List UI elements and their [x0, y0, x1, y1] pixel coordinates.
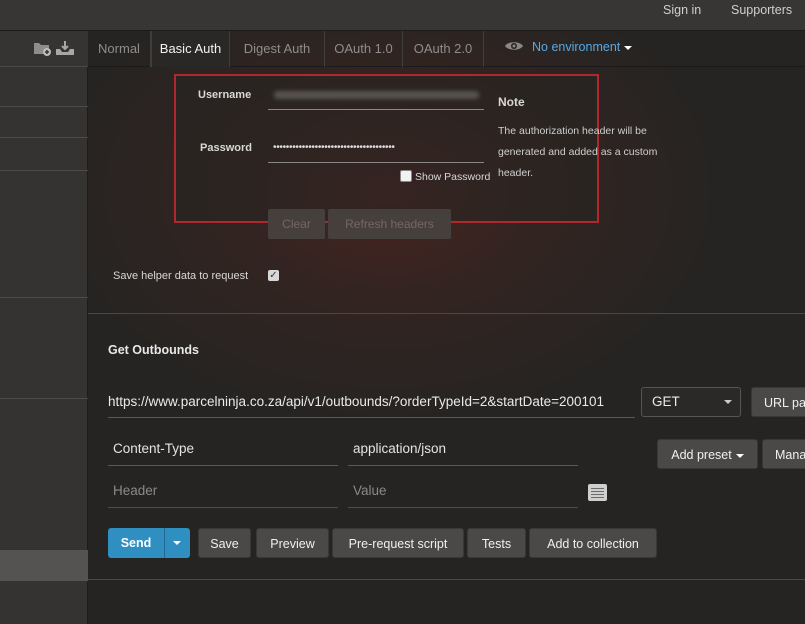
manage-presets-button[interactable]: Manage presets — [762, 439, 805, 469]
save-button[interactable]: Save — [198, 528, 251, 558]
add-to-collection-button[interactable]: Add to collection — [529, 528, 657, 558]
auth-tabs: Normal Basic Auth Digest Auth OAuth 1.0 … — [88, 31, 805, 67]
add-folder-icon[interactable] — [33, 40, 51, 59]
pre-request-script-button[interactable]: Pre-request script — [332, 528, 464, 558]
show-password-checkbox[interactable] — [400, 170, 412, 182]
sidebar-row[interactable] — [0, 298, 88, 399]
url-underline — [108, 417, 635, 418]
save-helper-label: Save helper data to request — [113, 270, 249, 282]
tab-oauth-1[interactable]: OAuth 1.0 — [325, 31, 403, 67]
username-underline — [268, 109, 484, 110]
tab-basic-auth[interactable]: Basic Auth — [151, 31, 230, 67]
method-select[interactable]: GET — [641, 387, 741, 417]
divider — [88, 579, 805, 580]
eye-icon[interactable] — [504, 40, 524, 55]
password-underline — [268, 162, 484, 163]
note-text: The authorization header will be generat… — [498, 121, 678, 184]
header-key-input[interactable]: Content-Type — [113, 441, 194, 456]
header-key-underline — [108, 465, 338, 466]
tab-digest-auth[interactable]: Digest Auth — [230, 31, 325, 67]
top-bar: Sign in Supporters — [0, 0, 805, 31]
bulk-edit-icon[interactable] — [588, 484, 607, 501]
chevron-down-icon — [735, 453, 744, 458]
new-header-value-input[interactable]: Value — [353, 483, 387, 498]
note-line: header. — [498, 167, 534, 179]
note-line: generated and added as a custom — [498, 146, 658, 158]
supporters-link[interactable]: Supporters — [731, 3, 792, 17]
sidebar-row[interactable] — [0, 138, 88, 171]
url-params-button[interactable]: URL params — [751, 387, 805, 417]
sign-in-link[interactable]: Sign in — [663, 3, 701, 17]
sidebar-selected-item[interactable] — [0, 550, 88, 581]
divider — [88, 313, 805, 314]
password-label: Password — [200, 142, 252, 154]
sidebar-row[interactable] — [0, 67, 88, 107]
tab-normal[interactable]: Normal — [88, 31, 151, 67]
environment-label: No environment — [532, 40, 621, 54]
header-value-input[interactable]: application/json — [353, 441, 446, 456]
add-preset-label: Add preset — [671, 448, 732, 462]
tab-oauth-2[interactable]: OAuth 2.0 — [403, 31, 484, 67]
tests-button[interactable]: Tests — [467, 528, 526, 558]
refresh-headers-button[interactable]: Refresh headers — [328, 209, 451, 239]
request-builder: Normal Basic Auth Digest Auth OAuth 1.0 … — [88, 31, 805, 624]
username-input[interactable] — [274, 91, 479, 99]
request-name: Get Outbounds — [108, 343, 199, 357]
import-icon[interactable] — [55, 40, 75, 59]
sidebar — [0, 31, 88, 624]
save-helper-checkbox[interactable]: ✓ — [268, 270, 279, 281]
chevron-down-icon — [624, 45, 633, 50]
clear-button[interactable]: Clear — [268, 209, 325, 239]
new-header-key-underline — [108, 507, 338, 508]
new-header-key-input[interactable]: Header — [113, 483, 157, 498]
username-label: Username — [198, 89, 252, 101]
url-input[interactable]: https://www.parcelninja.co.za/api/v1/out… — [108, 394, 636, 409]
add-preset-button[interactable]: Add preset — [657, 439, 758, 469]
send-options-button[interactable] — [164, 528, 190, 558]
chevron-down-icon — [724, 400, 732, 404]
show-password-label: Show Password — [415, 171, 491, 183]
method-value: GET — [652, 394, 680, 409]
new-header-value-underline — [348, 507, 578, 508]
send-button[interactable]: Send — [108, 528, 164, 558]
basic-auth-panel: Username Password ••••••••••••••••••••••… — [174, 74, 657, 223]
sidebar-row[interactable] — [0, 171, 88, 298]
environment-selector[interactable]: No environment — [504, 40, 633, 58]
note-line: The authorization header will be — [498, 125, 647, 137]
password-input[interactable]: •••••••••••••••••••••••••••••••••••••• — [273, 142, 483, 153]
sidebar-row[interactable] — [0, 107, 88, 138]
note-title: Note — [498, 95, 525, 109]
preview-button[interactable]: Preview — [256, 528, 329, 558]
header-value-underline — [348, 465, 578, 466]
sidebar-toolbar — [0, 31, 88, 67]
chevron-down-icon — [173, 541, 181, 545]
